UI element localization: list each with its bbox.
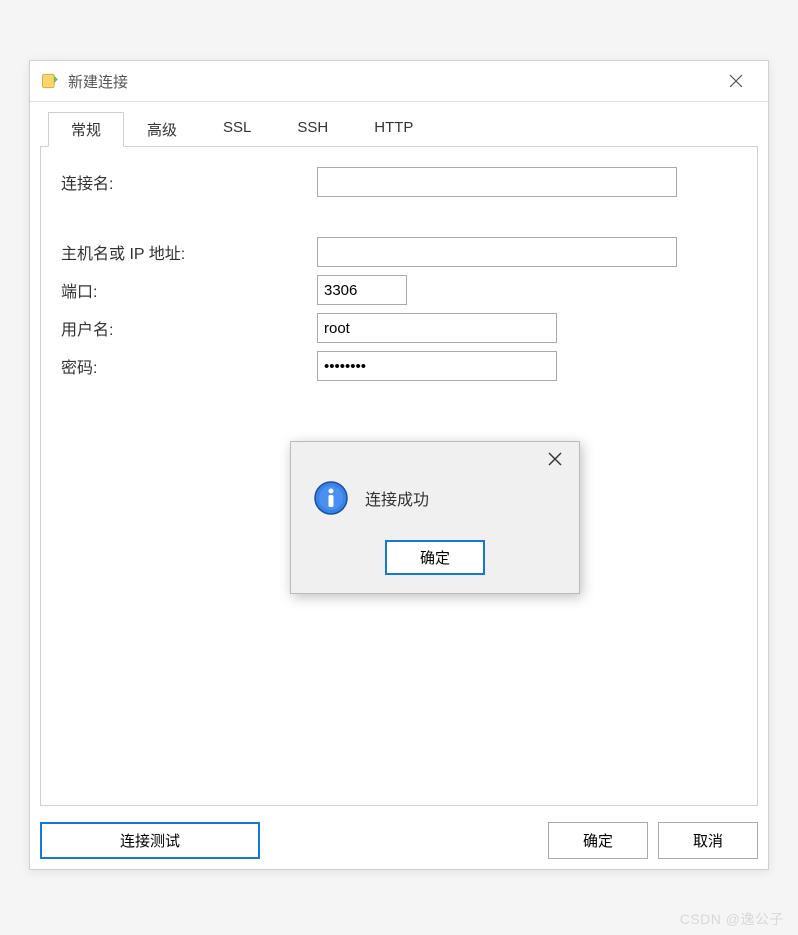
modal-close-button[interactable] — [537, 446, 573, 472]
cancel-button[interactable]: 取消 — [658, 822, 758, 859]
modal-header — [291, 442, 579, 472]
close-icon — [548, 452, 562, 466]
tab-general[interactable]: 常规 — [48, 112, 124, 147]
password-input[interactable] — [317, 351, 557, 381]
tab-ssh[interactable]: SSH — [274, 112, 351, 146]
close-icon — [729, 74, 743, 88]
connection-name-input[interactable] — [317, 167, 677, 197]
tabs: 常规 高级 SSL SSH HTTP — [48, 112, 768, 146]
titlebar: 新建连接 — [30, 61, 768, 102]
watermark: CSDN @逸公子 — [680, 909, 784, 929]
info-icon — [313, 480, 349, 516]
test-connection-button[interactable]: 连接测试 — [40, 822, 260, 859]
new-connection-window: 新建连接 常规 高级 SSL SSH HTTP 连接名: 主机名或 IP 地址:… — [29, 60, 769, 870]
row-host: 主机名或 IP 地址: — [57, 237, 741, 267]
modal-ok-button[interactable]: 确定 — [385, 540, 485, 575]
row-username: 用户名: — [57, 313, 741, 343]
row-connection-name: 连接名: — [57, 167, 741, 197]
title-left: 新建连接 — [40, 71, 128, 92]
modal-body: 连接成功 — [291, 472, 579, 534]
modal-footer: 确定 — [291, 534, 579, 593]
footer-right: 确定 取消 — [548, 822, 758, 859]
window-title: 新建连接 — [68, 71, 128, 92]
connection-success-dialog: 连接成功 确定 — [290, 441, 580, 594]
label-host: 主机名或 IP 地址: — [57, 240, 317, 264]
ok-button[interactable]: 确定 — [548, 822, 648, 859]
host-input[interactable] — [317, 237, 677, 267]
tab-http[interactable]: HTTP — [351, 112, 436, 146]
label-connection-name: 连接名: — [57, 170, 317, 194]
label-username: 用户名: — [57, 316, 317, 340]
label-port: 端口: — [57, 278, 317, 302]
app-icon — [40, 71, 60, 91]
window-close-button[interactable] — [716, 67, 756, 95]
modal-message: 连接成功 — [365, 486, 429, 510]
port-input[interactable] — [317, 275, 407, 305]
username-input[interactable] — [317, 313, 557, 343]
label-password: 密码: — [57, 354, 317, 378]
row-password: 密码: — [57, 351, 741, 381]
tab-ssl[interactable]: SSL — [200, 112, 274, 146]
footer: 连接测试 确定 取消 — [30, 816, 768, 869]
tab-advanced[interactable]: 高级 — [124, 112, 200, 146]
row-port: 端口: — [57, 275, 741, 305]
